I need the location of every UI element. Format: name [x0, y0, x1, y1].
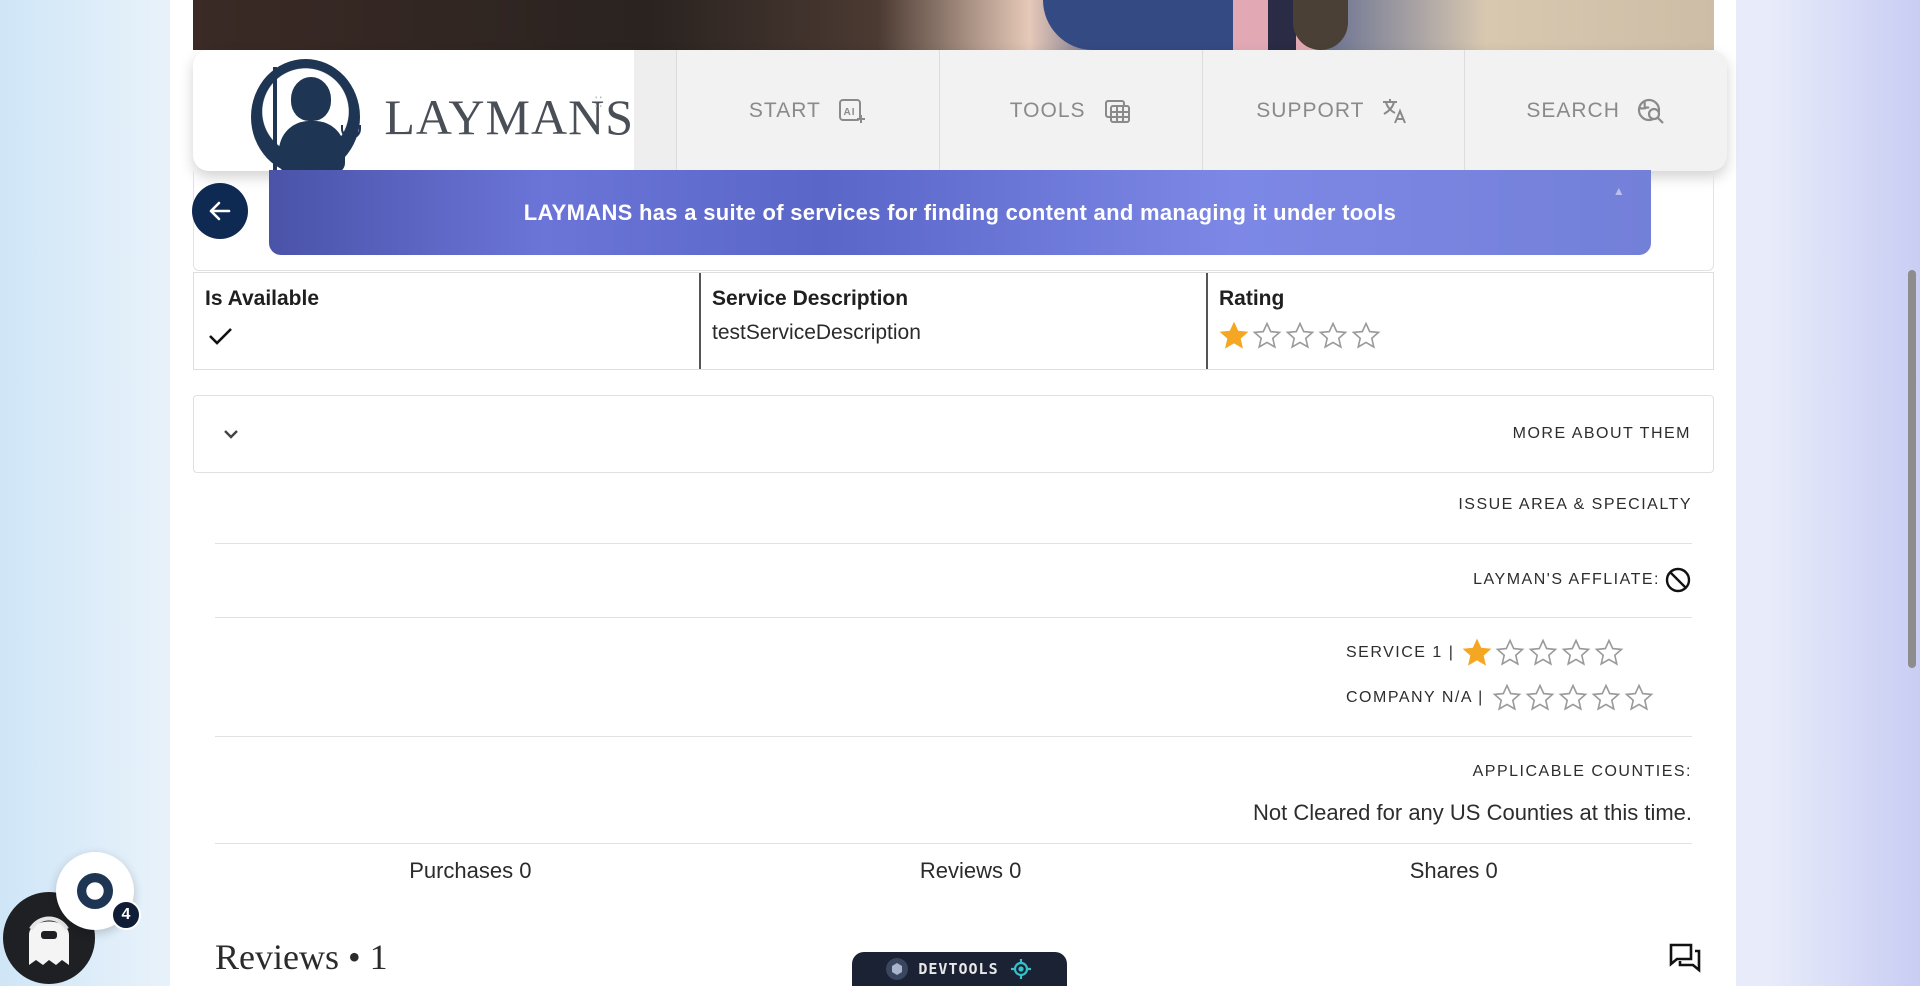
divider [215, 543, 1692, 544]
hero-image [193, 0, 1714, 50]
lady-justice-emblem-icon [251, 58, 361, 171]
service-rating-row: SERVICE 1 | [1346, 638, 1627, 668]
rating-stars [1219, 321, 1702, 351]
divider [215, 617, 1692, 618]
description-cell: Service Description testServiceDescripti… [699, 273, 1206, 369]
star-empty-icon [1285, 321, 1315, 349]
chevron-down-icon [224, 430, 238, 439]
star-empty-icon [1561, 638, 1591, 666]
star-empty-icon [1252, 321, 1282, 349]
info-banner: LAYMANS has a suite of services for find… [269, 170, 1651, 255]
star-empty-icon [1495, 638, 1525, 666]
nav-support[interactable]: SUPPORT [1201, 50, 1465, 171]
devtools-tab[interactable]: DEVTOOLS [852, 952, 1067, 986]
nav-start[interactable]: START AI [676, 50, 939, 171]
rating-header: Rating [1219, 287, 1285, 310]
star-filled-icon [1462, 638, 1492, 666]
devtools-label: DEVTOOLS [918, 960, 999, 978]
description-value: testServiceDescription [712, 321, 921, 344]
banner-text: LAYMANS has a suite of services for find… [523, 199, 1397, 225]
reviews-title: Reviews • 1 [215, 937, 388, 977]
divider [215, 736, 1692, 737]
svg-text:AI: AI [843, 107, 855, 118]
service-rating-stars [1462, 638, 1627, 668]
star-empty-icon [1351, 321, 1381, 349]
table-icon [1104, 99, 1130, 123]
star-empty-icon [1624, 683, 1654, 711]
laymans-logo-icon [77, 873, 113, 909]
purchases-count: Purchases 0 [409, 858, 532, 883]
rating-cell: Rating [1206, 273, 1713, 369]
star-filled-icon [1219, 321, 1249, 349]
service-info-table: Is Available Service Description testSer… [193, 272, 1714, 370]
star-empty-icon [1525, 683, 1555, 711]
issue-area-heading: ISSUE AREA & SPECIALTY [1458, 496, 1692, 513]
translate-icon [1383, 98, 1407, 123]
scrollbar-thumb[interactable] [1908, 270, 1916, 668]
star-empty-icon [1318, 321, 1348, 349]
availability-cell: Is Available [194, 273, 699, 369]
main-navbar: LAYMANS ⁚⁚ START AI TOOLS SUPPORT SEARCH [193, 50, 1727, 171]
caret-up-icon: ▲ [1612, 184, 1625, 198]
blocked-icon [1665, 567, 1691, 593]
description-header: Service Description [712, 287, 909, 310]
more-about-accordion[interactable]: MORE ABOUT THEM [193, 395, 1714, 473]
chat-icon[interactable] [1668, 941, 1702, 975]
service-rating-label: SERVICE 1 | [1346, 644, 1455, 661]
nav-tools[interactable]: TOOLS [938, 50, 1202, 171]
shares-count: Shares 0 [1409, 858, 1498, 883]
brand-dots-icon: ⁚⁚ [594, 94, 603, 110]
nav-search-label: SEARCH [1526, 98, 1620, 122]
company-rating-stars [1492, 683, 1657, 713]
star-empty-icon [1591, 683, 1621, 711]
company-rating-row: COMPANY N/A | [1346, 683, 1657, 713]
affiliate-row: LAYMAN'S AFFLIATE: [215, 566, 1692, 594]
brand-logo[interactable]: LAYMANS ⁚⁚ [193, 50, 634, 171]
arrow-left-icon [209, 201, 231, 221]
check-icon [205, 321, 688, 356]
star-empty-icon [1594, 638, 1624, 666]
stats-row: Purchases 0 Reviews 0 Shares 0 [215, 858, 1692, 894]
ai-sparkle-icon: AI [838, 98, 865, 123]
devtools-logo-icon [886, 958, 909, 980]
star-empty-icon [1558, 683, 1588, 711]
notification-badge: 4 [111, 900, 141, 930]
counties-value: Not Cleared for any US Counties at this … [1253, 800, 1692, 825]
counties-heading: APPLICABLE COUNTIES: [1472, 763, 1692, 780]
star-empty-icon [1492, 683, 1522, 711]
availability-header: Is Available [205, 287, 320, 310]
affiliate-label: LAYMAN'S AFFLIATE: [1473, 571, 1660, 588]
crosshair-icon[interactable] [1009, 957, 1033, 981]
company-rating-label: COMPANY N/A | [1346, 689, 1484, 706]
back-button[interactable] [192, 183, 248, 239]
nav-spacer [634, 50, 676, 171]
nav-search[interactable]: SEARCH [1464, 50, 1727, 171]
divider [215, 843, 1692, 844]
star-empty-icon [1528, 638, 1558, 666]
nav-start-label: START [748, 98, 821, 122]
nav-tools-label: TOOLS [1009, 98, 1086, 122]
reviews-count: Reviews 0 [919, 858, 1022, 883]
search-globe-icon [1637, 98, 1664, 124]
nav-support-label: SUPPORT [1256, 98, 1365, 122]
accordion-label: MORE ABOUT THEM [1512, 425, 1691, 442]
